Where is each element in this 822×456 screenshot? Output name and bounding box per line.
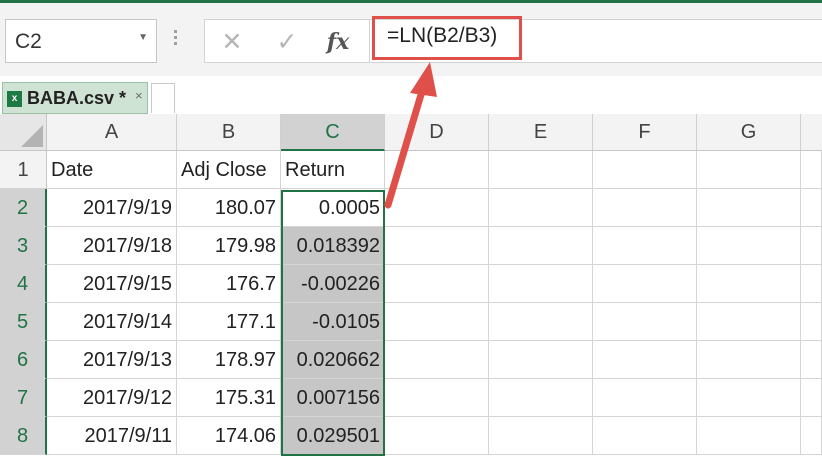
- table-cell[interactable]: 2017/9/13: [47, 341, 177, 379]
- chevron-down-icon[interactable]: ▼: [138, 32, 148, 43]
- row-header[interactable]: 3: [0, 227, 47, 265]
- table-cell[interactable]: 2017/9/12: [47, 379, 177, 417]
- empty-cell[interactable]: [385, 303, 489, 341]
- empty-cell[interactable]: [385, 189, 489, 227]
- table-cell[interactable]: 179.98: [177, 227, 281, 265]
- empty-cell[interactable]: [489, 265, 593, 303]
- sheet-tab-bar: x BABA.csv * ×: [0, 76, 822, 114]
- row-header[interactable]: 4: [0, 265, 47, 303]
- table-cell[interactable]: 176.7: [177, 265, 281, 303]
- table-cell[interactable]: Adj Close: [177, 151, 281, 189]
- empty-cell[interactable]: [593, 189, 697, 227]
- formula-text[interactable]: =LN(B2/B3): [387, 24, 497, 48]
- row-header[interactable]: 5: [0, 303, 47, 341]
- selected-cell[interactable]: -0.0105: [281, 303, 385, 341]
- table-cell[interactable]: 178.97: [177, 341, 281, 379]
- selected-cell[interactable]: 0.029501: [281, 417, 385, 455]
- empty-cell[interactable]: [697, 265, 801, 303]
- selected-cell[interactable]: 0.018392: [281, 227, 385, 265]
- empty-cell[interactable]: [697, 341, 801, 379]
- empty-cell[interactable]: [489, 341, 593, 379]
- empty-cell[interactable]: [801, 379, 822, 417]
- selected-cell[interactable]: -0.00226: [281, 265, 385, 303]
- column-header-d[interactable]: D: [385, 114, 489, 151]
- cross-icon[interactable]: ✕: [217, 27, 247, 57]
- empty-cell[interactable]: [489, 379, 593, 417]
- name-box[interactable]: C2 ▼: [5, 19, 157, 63]
- grip-handle[interactable]: [174, 30, 178, 52]
- empty-cell[interactable]: [801, 265, 822, 303]
- name-box-value: C2: [15, 30, 42, 53]
- empty-cell[interactable]: [489, 303, 593, 341]
- empty-cell[interactable]: [385, 151, 489, 189]
- table-cell[interactable]: 174.06: [177, 417, 281, 455]
- table-cell[interactable]: 2017/9/19: [47, 189, 177, 227]
- empty-cell[interactable]: [697, 151, 801, 189]
- empty-cell[interactable]: [593, 151, 697, 189]
- empty-cell[interactable]: [593, 379, 697, 417]
- empty-cell[interactable]: [593, 265, 697, 303]
- empty-cell[interactable]: [385, 379, 489, 417]
- formula-buttons: ✕ ✓ fx: [204, 19, 370, 63]
- empty-cell[interactable]: [697, 417, 801, 455]
- table-cell[interactable]: 2017/9/15: [47, 265, 177, 303]
- empty-cell[interactable]: [801, 341, 822, 379]
- close-icon[interactable]: ×: [135, 88, 143, 103]
- excel-file-icon: x: [7, 91, 22, 107]
- empty-cell[interactable]: [385, 227, 489, 265]
- row-header[interactable]: 2: [0, 189, 47, 227]
- column-header-c[interactable]: C: [281, 114, 385, 151]
- empty-cell[interactable]: [593, 303, 697, 341]
- insert-function-button[interactable]: fx: [323, 27, 353, 57]
- table-cell[interactable]: 2017/9/11: [47, 417, 177, 455]
- empty-cell[interactable]: [593, 417, 697, 455]
- empty-cell[interactable]: [697, 379, 801, 417]
- table-cell[interactable]: 177.1: [177, 303, 281, 341]
- table-cell[interactable]: Return: [281, 151, 385, 189]
- table-cell[interactable]: 2017/9/14: [47, 303, 177, 341]
- selected-cell[interactable]: 0.020662: [281, 341, 385, 379]
- table-cell[interactable]: Date: [47, 151, 177, 189]
- empty-cell[interactable]: [593, 227, 697, 265]
- empty-cell[interactable]: [593, 341, 697, 379]
- empty-cell[interactable]: [489, 227, 593, 265]
- column-header-g[interactable]: G: [697, 114, 801, 151]
- row-header[interactable]: 6: [0, 341, 47, 379]
- table-cell[interactable]: 2017/9/18: [47, 227, 177, 265]
- sheet-tab[interactable]: x BABA.csv * ×: [2, 82, 148, 114]
- empty-cell[interactable]: [385, 341, 489, 379]
- column-header-b[interactable]: B: [177, 114, 281, 151]
- empty-cell[interactable]: [801, 189, 822, 227]
- column-header-f[interactable]: F: [593, 114, 697, 151]
- empty-cell[interactable]: [489, 151, 593, 189]
- empty-cell[interactable]: [801, 151, 822, 189]
- row-header[interactable]: 1: [0, 151, 47, 189]
- empty-cell[interactable]: [801, 227, 822, 265]
- empty-cell[interactable]: [385, 417, 489, 455]
- empty-cell[interactable]: [489, 417, 593, 455]
- table-cell[interactable]: 180.07: [177, 189, 281, 227]
- column-header-e[interactable]: E: [489, 114, 593, 151]
- column-header-h[interactable]: [801, 114, 822, 151]
- empty-cell[interactable]: [697, 189, 801, 227]
- check-icon[interactable]: ✓: [272, 27, 302, 57]
- sheet-tab-label: BABA.csv *: [27, 88, 127, 108]
- row-header[interactable]: 7: [0, 379, 47, 417]
- empty-cell[interactable]: [801, 417, 822, 455]
- active-cell[interactable]: 0.0005: [281, 189, 385, 227]
- row-header[interactable]: 8: [0, 417, 47, 455]
- table-cell[interactable]: 175.31: [177, 379, 281, 417]
- empty-cell[interactable]: [489, 189, 593, 227]
- empty-cell[interactable]: [697, 227, 801, 265]
- empty-cell[interactable]: [697, 303, 801, 341]
- column-header-a[interactable]: A: [47, 114, 177, 151]
- selected-cell[interactable]: 0.007156: [281, 379, 385, 417]
- empty-cell[interactable]: [385, 265, 489, 303]
- empty-cell[interactable]: [801, 303, 822, 341]
- new-sheet-tab[interactable]: [151, 83, 175, 113]
- select-all-corner[interactable]: [0, 114, 47, 151]
